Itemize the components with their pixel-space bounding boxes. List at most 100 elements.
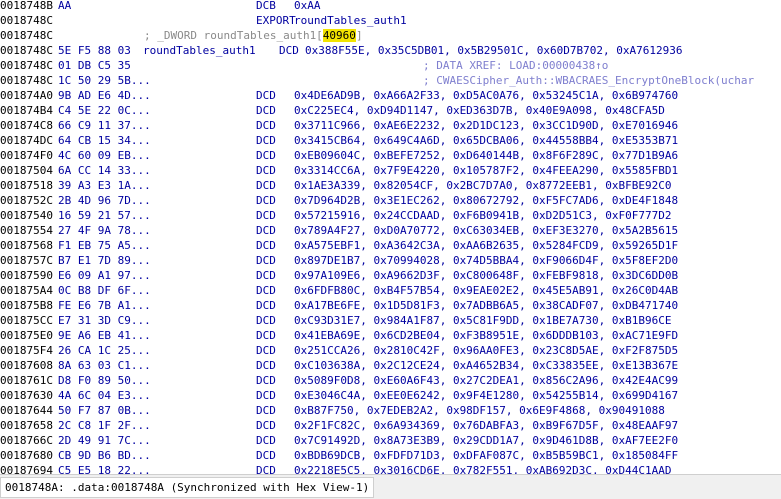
listing-line[interactable]: 001874F0 4C 60 09 EB... DCD 0xEB09604C, 0xB… (0, 148, 781, 163)
mnemonic: DCD (256, 164, 276, 177)
line-address: 00187658 (0, 419, 53, 432)
line-address: 0018766C (0, 434, 53, 447)
listing-line[interactable]: 00187554 27 4F 9A 78... DCD 0x789A4F27, 0xD… (0, 223, 781, 238)
listing-line[interactable]: 001874B4 C4 5E 22 0C... DCD 0xC225EC4, 0xD9… (0, 103, 781, 118)
line-address: 0018748C (0, 74, 53, 87)
line-address: 001875E0 (0, 329, 53, 342)
listing-line[interactable]: 0018748C 1C 50 29 5B... ; CWAESCipher_Auth… (0, 73, 781, 88)
listing-line[interactable]: 0018766C 2D 49 91 7C... DCD 0x7C91492D, 0x8… (0, 433, 781, 448)
operands: 0x97A109E6, 0xA9662D3F, 0xC800648F, 0xFE… (294, 269, 679, 282)
operands: 0x3314CC6A, 0x7F9E4220, 0x105787F2, 0x4F… (294, 164, 679, 177)
xref-comment[interactable]: ; DATA XREF: LOAD:00000438↑o (423, 58, 608, 73)
listing-line[interactable]: 00187540 16 59 21 57... DCD 0x57215916, 0x2… (0, 208, 781, 223)
listing-line[interactable]: 00187590 E6 09 A1 97... DCD 0x97A109E6, 0xA… (0, 268, 781, 283)
line-bytes: 01 DB C5 35 (58, 59, 131, 72)
listing-line[interactable]: 00187630 4A 6C 04 E3... DCD 0xE3046C4A, 0xE… (0, 388, 781, 403)
listing-line[interactable]: 00187644 50 F7 87 0B... DCD 0xB87F750, 0x7E… (0, 403, 781, 418)
listing-line[interactable]: 0018748B AA DCB 0xAA (0, 0, 781, 13)
mnemonic: DCD (256, 149, 276, 162)
line-bytes: 26 CA 1C 25... (58, 344, 151, 357)
mnemonic: DCD (256, 449, 276, 462)
mnemonic: DCD (256, 464, 276, 474)
line-address: 00187540 (0, 209, 53, 222)
listing-line[interactable]: 0018748C EXPORT roundTables_auth1 (0, 13, 781, 28)
disassembly-listing[interactable]: 0018748B AA DCB 0xAA 0018748C EXPORT roundTabl… (0, 0, 781, 474)
mnemonic: DCD (256, 314, 276, 327)
line-bytes: 2D 49 91 7C... (58, 434, 151, 447)
xref-comment[interactable]: ; CWAESCipher_Auth::WBACRAES_EncryptOneB… (423, 73, 754, 88)
listing-line[interactable]: 001875F4 26 CA 1C 25... DCD 0x251CCA26, 0x2… (0, 343, 781, 358)
mnemonic: DCD (256, 374, 276, 387)
operands: 0x41EBA69E, 0x6CD2BE04, 0xF3B8951E, 0x6D… (294, 329, 679, 342)
listing-line[interactable]: 001875E0 9E A6 EB 41... DCD 0x41EBA69E, 0x6… (0, 328, 781, 343)
operands: 0x57215916, 0x24CCDAAD, 0xF6B0941B, 0xD2… (294, 209, 672, 222)
line-address: 0018748C (0, 14, 53, 27)
mnemonic: DCD (256, 89, 276, 102)
line-bytes: 4A 6C 04 E3... (58, 389, 151, 402)
line-address: 0018748C (0, 44, 53, 57)
mnemonic: DCD (256, 404, 276, 417)
listing-line[interactable]: 001874C8 66 C9 11 37... DCD 0x3711C966, 0xA… (0, 118, 781, 133)
line-address: 00187630 (0, 389, 53, 402)
mnemonic: DCD (256, 299, 276, 312)
status-bar: 0018748A: .data:0018748A (Synchronized w… (0, 474, 781, 499)
operands: 0xB87F750, 0x7EDEB2A2, 0x98DF157, 0x6E9F… (294, 404, 665, 417)
line-address: 001874C8 (0, 119, 53, 132)
line-bytes: D8 F0 89 50... (58, 374, 151, 387)
line-bytes: 64 CB 15 34... (58, 134, 151, 147)
listing-line[interactable]: 0018752C 2B 4D 96 7D... DCD 0x7D964D2B, 0x3… (0, 193, 781, 208)
symbol-label[interactable]: roundTables_auth1 (143, 43, 256, 58)
operands: 0xA575EBF1, 0xA3642C3A, 0xAA6B2635, 0x52… (294, 239, 679, 252)
line-bytes: 2C C8 1F 2F... (58, 419, 151, 432)
line-address: 00187590 (0, 269, 53, 282)
operands: 0x5089F0D8, 0xE60A6F43, 0x27C2DEA1, 0x85… (294, 374, 679, 387)
listing-line[interactable]: 00187680 CB 9D B6 BD... DCD 0xBDB69DCB, 0xF… (0, 448, 781, 463)
line-address: 0018752C (0, 194, 53, 207)
mnemonic: DCD (256, 419, 276, 432)
line-bytes: 27 4F 9A 78... (58, 224, 151, 237)
operands: 0xAA (294, 0, 321, 12)
highlighted-array-size[interactable]: 40960 (322, 29, 356, 42)
line-address: 0018748B (0, 0, 53, 12)
operands: 0xA17BE6FE, 0x1D5D81F3, 0x7ADBB6A5, 0x38… (294, 299, 679, 312)
mnemonic: DCD (256, 254, 276, 267)
line-address: 001875A4 (0, 284, 53, 297)
operands: 0xE3046C4A, 0xEE0E6242, 0x9F4E1280, 0x54… (294, 389, 679, 402)
line-address: 00187694 (0, 464, 53, 474)
operands: 0x388F55E, 0x35C5DB01, 0x5B29501C, 0x60D… (305, 44, 683, 57)
listing-line[interactable]: 00187518 39 A3 E3 1A... DCD 0x1AE3A339, 0x8… (0, 178, 781, 193)
line-bytes: 0C B8 DF 6F... (58, 284, 151, 297)
listing-line[interactable]: 001875A4 0C B8 DF 6F... DCD 0x6FDFB80C, 0xB… (0, 283, 781, 298)
line-bytes: 6A CC 14 33... (58, 164, 151, 177)
listing-line[interactable]: 001874A0 9B AD E6 4D... DCD 0x4DE6AD9B, 0xA… (0, 88, 781, 103)
listing-line[interactable]: 0018757C B7 E1 7D 89... DCD 0x897DE1B7, 0x7… (0, 253, 781, 268)
line-bytes: 4C 60 09 EB... (58, 149, 151, 162)
type-comment: ; _DWORD roundTables_auth1[40960] (144, 28, 363, 43)
line-address: 0018748C (0, 29, 53, 42)
listing-line[interactable]: 0018761C D8 F0 89 50... DCD 0x5089F0D8, 0xE… (0, 373, 781, 388)
listing-line[interactable]: 00187568 F1 EB 75 A5... DCD 0xA575EBF1, 0xA… (0, 238, 781, 253)
listing-line[interactable]: 00187504 6A CC 14 33... DCD 0x3314CC6A, 0x7… (0, 163, 781, 178)
line-bytes: C4 5E 22 0C... (58, 104, 151, 117)
listing-line[interactable]: 0018748C 5E F5 88 03 roundTables_auth1 DCD … (0, 43, 781, 58)
listing-line[interactable]: 00187608 8A 63 03 C1... DCD 0xC103638A, 0x2… (0, 358, 781, 373)
listing-line[interactable]: 0018748C ; _DWORD roundTables_auth1[40960… (0, 28, 781, 43)
mnemonic: DCD (256, 359, 276, 372)
line-bytes: 2B 4D 96 7D... (58, 194, 151, 207)
line-bytes: E6 09 A1 97... (58, 269, 151, 282)
line-address: 0018761C (0, 374, 53, 387)
listing-line[interactable]: 001875CC E7 31 3D C9... DCD 0xC93D31E7, 0x9… (0, 313, 781, 328)
line-bytes: AA (58, 0, 72, 12)
line-address: 00187680 (0, 449, 53, 462)
operands: 0xC93D31E7, 0x984A1F87, 0x5C81F9DD, 0x1B… (294, 314, 672, 327)
mnemonic: DCD (256, 179, 276, 192)
listing-line[interactable]: 001875B8 FE E6 7B A1... DCD 0xA17BE6FE, 0x1… (0, 298, 781, 313)
operands: 0xBDB69DCB, 0xFDFD71D3, 0xDFAF087C, 0xB5… (294, 449, 679, 462)
listing-line[interactable]: 001874DC 64 CB 15 34... DCD 0x3415CB64, 0x6… (0, 133, 781, 148)
listing-line[interactable]: 00187694 C5 E5 18 22... DCD 0x2218E5C5, 0x3… (0, 463, 781, 474)
line-bytes: CB 9D B6 BD... (58, 449, 151, 462)
line-address: 001874DC (0, 134, 53, 147)
listing-line[interactable]: 0018748C 01 DB C5 35 ; DATA XREF: LOAD:000… (0, 58, 781, 73)
listing-line[interactable]: 00187658 2C C8 1F 2F... DCD 0x2F1FC82C, 0x6… (0, 418, 781, 433)
operands: 0x3415CB64, 0x649C4A6D, 0x65DCBA06, 0x44… (294, 134, 679, 147)
